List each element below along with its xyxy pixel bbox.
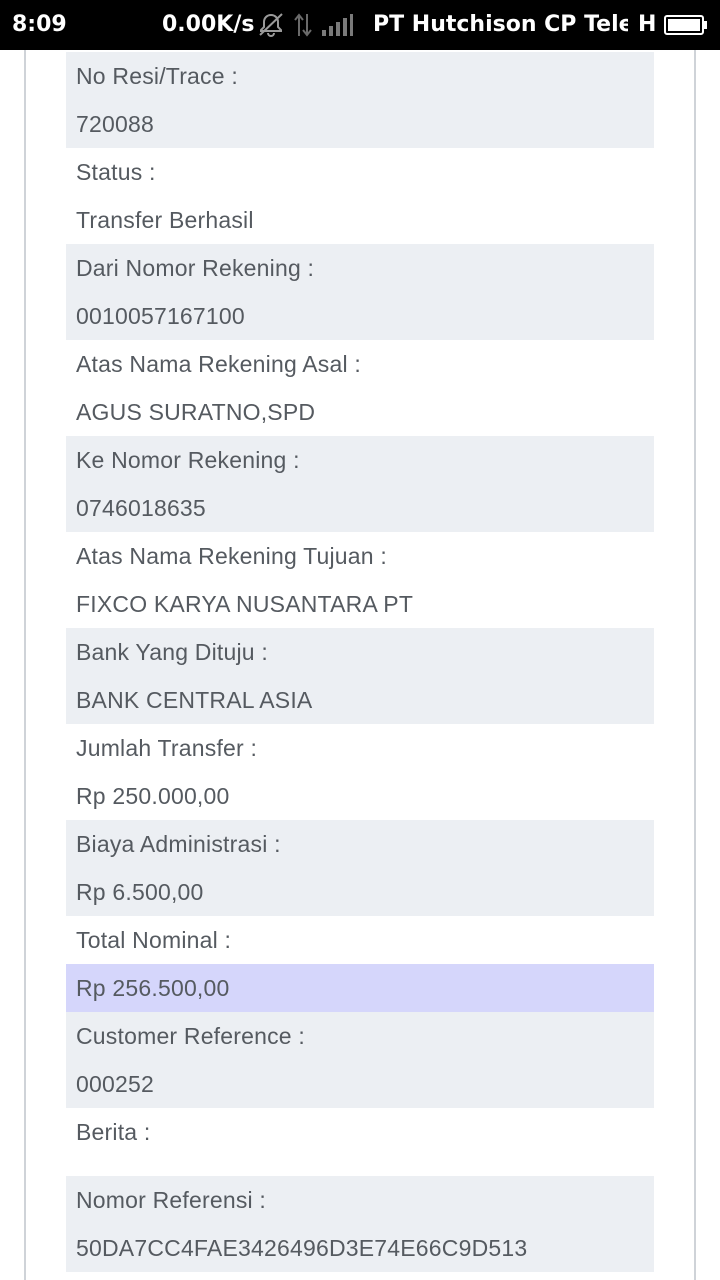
- label-biaya-administrasi: Biaya Administrasi :: [66, 820, 654, 868]
- value-bank-dituju: BANK CENTRAL ASIA: [66, 676, 654, 724]
- signal-icon: [322, 14, 353, 36]
- label-customer-reference: Customer Reference :: [66, 1012, 654, 1060]
- value-dari-nomor-rekening: 0010057167100: [66, 292, 654, 340]
- label-atas-nama-tujuan: Atas Nama Rekening Tujuan :: [76, 543, 387, 569]
- frame-border-right: [694, 50, 696, 1280]
- label-atas-nama-asal: Atas Nama Rekening Asal :: [76, 351, 361, 377]
- label-no-resi: No Resi/Trace :: [66, 52, 654, 100]
- receipt-details: No Resi/Trace : 720088 Status : Transfer…: [66, 52, 654, 1272]
- label-dari-nomor-rekening: Dari Nomor Rekening :: [66, 244, 654, 292]
- transfer-receipt-page[interactable]: No Resi/Trace : 720088 Status : Transfer…: [0, 50, 720, 1280]
- value-no-resi: 720088: [66, 100, 654, 148]
- value-nomor-referensi: 50DA7CC4FAE3426496D3E74E66C9D513: [66, 1224, 654, 1272]
- value-ke-nomor-rekening: 0746018635: [66, 484, 654, 532]
- label-total-nominal: Total Nominal :: [76, 927, 232, 953]
- network-type: H: [638, 12, 657, 37]
- value-customer-reference: 000252: [66, 1060, 654, 1108]
- label-status: Status :: [76, 159, 156, 185]
- label-ke-nomor-rekening: Ke Nomor Rekening :: [66, 436, 654, 484]
- data-arrows-icon: [294, 13, 312, 37]
- value-jumlah-transfer: Rp 250.000,00: [76, 783, 230, 809]
- status-bar: 8:09 0.00K/s PT Hutchison CP Telecom H: [0, 0, 720, 50]
- value-atas-nama-tujuan: FIXCO KARYA NUSANTARA PT: [76, 591, 414, 617]
- status-time: 8:09: [12, 12, 67, 37]
- value-atas-nama-asal: AGUS SURATNO,SPD: [76, 399, 316, 425]
- value-status: Transfer Berhasil: [76, 207, 254, 233]
- label-berita: Berita :: [76, 1119, 151, 1145]
- label-jumlah-transfer: Jumlah Transfer :: [76, 735, 258, 761]
- frame-border-left: [24, 50, 26, 1280]
- value-berita: [66, 1156, 654, 1176]
- vibrate-off-icon: [259, 13, 283, 37]
- carrier-name: PT Hutchison CP Telecom: [373, 12, 628, 37]
- network-speed: 0.00K/s: [162, 12, 255, 37]
- status-icons: [256, 10, 354, 40]
- value-total-nominal: Rp 256.500,00: [66, 964, 654, 1012]
- value-biaya-administrasi: Rp 6.500,00: [66, 868, 654, 916]
- battery-icon: [664, 15, 707, 35]
- label-bank-dituju: Bank Yang Dituju :: [66, 628, 654, 676]
- label-nomor-referensi: Nomor Referensi :: [66, 1176, 654, 1224]
